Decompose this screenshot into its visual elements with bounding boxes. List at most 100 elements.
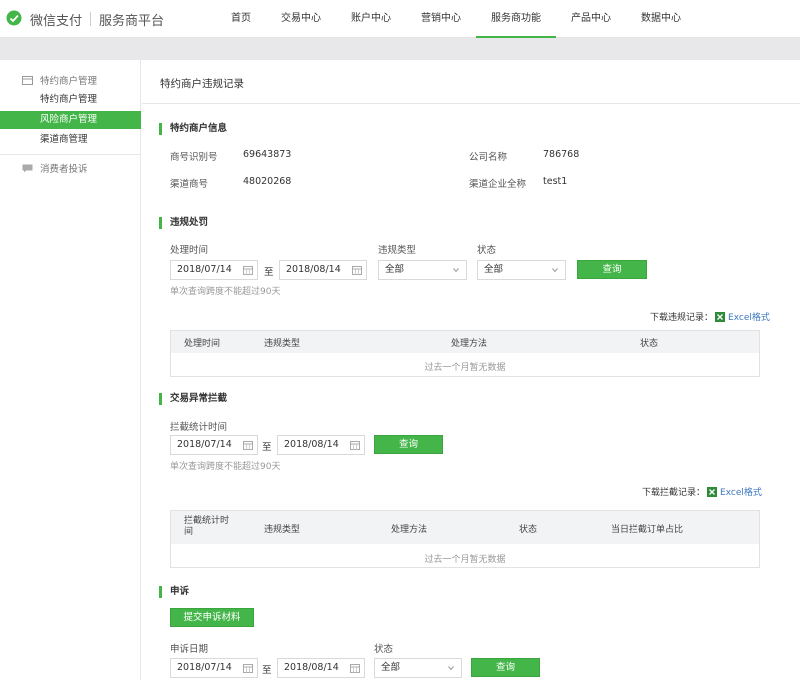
column-header: 处理方法 (451, 339, 488, 349)
download-label: 下载违规记录： (650, 313, 714, 323)
sidebar-item-risk-merchant[interactable]: 风险商户管理 (0, 111, 141, 129)
column-header: 违规类型 (264, 525, 301, 535)
main-nav: 首页 交易中心 账户中心 营销中心 服务商功能 产品中心 数据中心 (216, 0, 696, 39)
calendar-icon (243, 266, 253, 275)
top-bar: 微信支付 服务商平台 首页 交易中心 账户中心 营销中心 服务商功能 产品中心 … (0, 0, 800, 39)
chevron-down-icon (453, 268, 459, 273)
sidebar-group-label: 特约商户管理 (40, 76, 98, 87)
channel-id-label: 渠道商号 (170, 179, 209, 190)
column-header: 当日拦截订单占比 (611, 525, 684, 535)
main-content: 特约商户违规记录 特约商户信息 商号识别号 69643873 公司名称 7867… (142, 60, 800, 680)
merchant-card-icon (22, 75, 33, 85)
table-empty-message: 过去一个月暂无数据 (424, 363, 506, 373)
column-header: 处理时间 (184, 339, 221, 349)
nav-trade-center[interactable]: 交易中心 (266, 0, 336, 38)
select-value: 全部 (381, 662, 401, 673)
sidebar-item-channel-manage[interactable]: 渠道商管理 (0, 131, 141, 149)
download-label: 下载拦截记录： (642, 488, 706, 498)
calendar-icon (243, 441, 253, 450)
header-gray-band (0, 38, 800, 60)
excel-download-link[interactable]: Excel格式 (720, 485, 762, 498)
date-text: 2018/07/14 (177, 662, 232, 673)
intercept-time-label: 拦截统计时间 (170, 422, 228, 433)
intercept-end-date[interactable]: 2018/08/14 (277, 435, 365, 455)
submit-appeal-button[interactable]: 提交申诉材料 (170, 608, 254, 627)
merchant-id-value: 69643873 (243, 149, 292, 160)
date-text: 2018/08/14 (284, 662, 339, 673)
date-text: 2018/07/14 (177, 439, 232, 450)
date-text: 2018/08/14 (286, 264, 341, 275)
column-header: 拦截统计时 间 (184, 516, 230, 537)
violation-query-button[interactable]: 查询 (577, 260, 647, 279)
violation-end-date[interactable]: 2018/08/14 (279, 260, 367, 280)
nav-product-center[interactable]: 产品中心 (556, 0, 626, 38)
brand-logo[interactable]: 微信支付 服务商平台 (6, 9, 164, 29)
chevron-down-icon (448, 666, 454, 671)
section-intercept: 交易异常拦截 (159, 393, 227, 405)
brand-divider (90, 12, 92, 26)
table-empty-message: 过去一个月暂无数据 (424, 555, 506, 565)
page-title: 特约商户违规记录 (160, 78, 244, 90)
nav-data-center[interactable]: 数据中心 (626, 0, 696, 38)
section-appeal: 申诉 (159, 586, 189, 598)
intercept-query-button[interactable]: 查询 (374, 435, 443, 454)
violation-time-label: 处理时间 (170, 245, 209, 256)
company-label: 公司名称 (469, 152, 508, 163)
appeal-status-label: 状态 (374, 644, 394, 655)
sidebar-item-merchant-manage[interactable]: 特约商户管理 (0, 91, 141, 109)
violation-type-label: 违规类型 (378, 245, 417, 256)
date-range-separator: 至 (264, 267, 274, 278)
excel-download-link[interactable]: Excel格式 (728, 310, 770, 323)
violation-start-date[interactable]: 2018/07/14 (170, 260, 258, 280)
appeal-end-date[interactable]: 2018/08/14 (277, 658, 365, 678)
calendar-icon (243, 664, 253, 673)
nav-marketing-center[interactable]: 营销中心 (406, 0, 476, 38)
sidebar-group-label: 消费者投诉 (40, 164, 88, 175)
violation-status-select[interactable]: 全部 (477, 260, 566, 280)
intercept-start-date[interactable]: 2018/07/14 (170, 435, 258, 455)
excel-icon (707, 486, 718, 497)
appeal-start-date[interactable]: 2018/07/14 (170, 658, 258, 678)
select-value: 全部 (385, 264, 405, 275)
sidebar-group-complaint[interactable]: 消费者投诉 (0, 159, 88, 177)
title-divider (142, 103, 800, 104)
calendar-icon (352, 266, 362, 275)
date-text: 2018/07/14 (177, 264, 232, 275)
violation-status-label: 状态 (477, 245, 497, 256)
appeal-date-label: 申诉日期 (170, 644, 209, 655)
intercept-range-hint: 单次查询跨度不能超过90天 (170, 462, 281, 472)
calendar-icon (350, 664, 360, 673)
violation-range-hint: 单次查询跨度不能超过90天 (170, 287, 281, 297)
appeal-query-button[interactable]: 查询 (471, 658, 540, 677)
intercept-download: 下载拦截记录： Excel格式 (642, 485, 762, 498)
table-header: 处理时间 违规类型 处理方法 状态 (171, 331, 759, 353)
section-merchant-info: 特约商户信息 (159, 123, 227, 135)
chevron-down-icon (552, 268, 558, 273)
section-violation: 违规处罚 (159, 217, 208, 229)
violation-download: 下载违规记录： Excel格式 (650, 310, 770, 323)
nav-account-center[interactable]: 账户中心 (336, 0, 406, 38)
column-header: 违规类型 (264, 339, 301, 349)
appeal-status-select[interactable]: 全部 (374, 658, 462, 678)
column-header: 处理方法 (391, 525, 428, 535)
sidebar-group-merchant: 特约商户管理 (0, 71, 97, 89)
date-range-separator: 至 (262, 665, 272, 676)
merchant-id-label: 商号识别号 (170, 152, 218, 163)
violation-type-select[interactable]: 全部 (378, 260, 467, 280)
date-text: 2018/08/14 (284, 439, 339, 450)
channel-name-label: 渠道企业全称 (469, 179, 527, 190)
nav-home[interactable]: 首页 (216, 0, 266, 38)
nav-provider-functions[interactable]: 服务商功能 (476, 0, 556, 39)
sidebar-divider (0, 154, 141, 155)
brand-name: 微信支付 (30, 13, 83, 29)
channel-id-value: 48020268 (243, 176, 292, 187)
company-value: 786768 (543, 149, 580, 160)
date-range-separator: 至 (262, 442, 272, 453)
column-header: 状态 (519, 525, 538, 535)
chat-bubble-icon (22, 164, 33, 172)
sidebar: 特约商户管理 特约商户管理 风险商户管理 渠道商管理 消费者投诉 (0, 60, 141, 680)
intercept-table: 拦截统计时 间 违规类型 处理方法 状态 当日拦截订单占比 过去一个月暂无数据 (170, 510, 760, 568)
table-header: 拦截统计时 间 违规类型 处理方法 状态 当日拦截订单占比 (171, 511, 759, 544)
column-header: 状态 (640, 339, 659, 349)
excel-icon (715, 311, 726, 322)
